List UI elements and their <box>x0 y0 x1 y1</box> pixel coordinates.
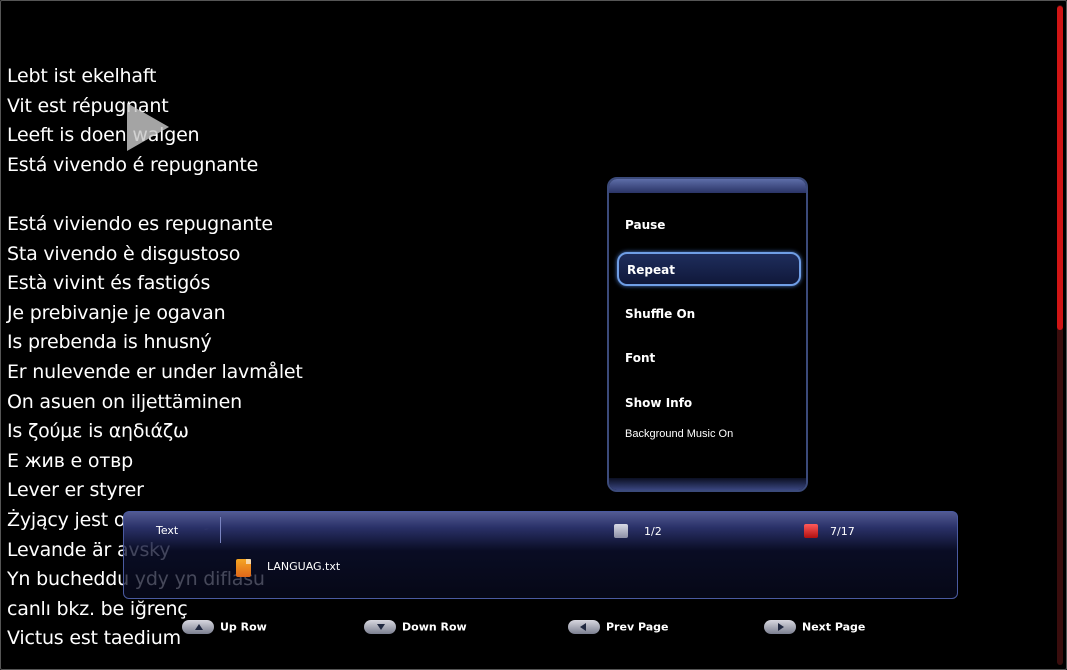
play-icon[interactable] <box>127 103 169 151</box>
text-line: Lever er styrer <box>7 479 144 502</box>
menu-item-pause[interactable]: Pause <box>617 209 801 243</box>
text-line: Is ζούμε is αηδιάζω <box>7 420 189 443</box>
legend-down-row-label: Down Row <box>402 620 467 634</box>
text-line: Е жив е отвр <box>7 449 134 472</box>
menu-footer <box>609 478 806 490</box>
left-arrow-icon <box>568 620 600 634</box>
text-line-blank <box>7 180 303 210</box>
options-menu: Pause Repeat Shuffle On Font Show Info B… <box>607 177 808 492</box>
text-line: Is prebenda is hnusný <box>7 331 212 354</box>
menu-item-shuffle[interactable]: Shuffle On <box>617 298 801 332</box>
page-counter: 1/2 <box>644 525 662 538</box>
down-arrow-icon <box>364 620 396 634</box>
legend-prev-page[interactable]: Prev Page <box>568 620 668 636</box>
file-count-icon <box>804 524 818 538</box>
text-line: Està vivint és fastigós <box>7 272 211 295</box>
menu-item-repeat[interactable]: Repeat <box>617 252 801 286</box>
text-file-icon <box>236 559 251 577</box>
text-line: Está viviendo es repugnante <box>7 212 273 235</box>
info-panel: Text 1/2 7/17 LANGUAG.txt <box>123 511 958 599</box>
file-name[interactable]: LANGUAG.txt <box>267 560 340 573</box>
file-type-label: Text <box>156 524 179 537</box>
legend-up-row-label: Up Row <box>220 620 267 634</box>
page-icon <box>614 524 628 538</box>
text-line: Sta vivendo è disgustoso <box>7 242 241 265</box>
legend-up-row[interactable]: Up Row <box>182 620 267 636</box>
text-line: Está vivendo é repugnante <box>7 153 259 176</box>
text-line: Er nulevende er under lavmålet <box>7 360 303 383</box>
right-arrow-icon <box>764 620 796 634</box>
menu-item-show-info[interactable]: Show Info <box>617 387 801 421</box>
text-line: Je prebivanje je ogavan <box>7 301 226 324</box>
file-counter: 7/17 <box>830 525 855 538</box>
panel-divider <box>220 517 221 543</box>
menu-header <box>609 179 806 193</box>
menu-item-font[interactable]: Font <box>617 342 801 376</box>
up-arrow-icon <box>182 620 214 634</box>
menu-item-background-music[interactable]: Background Music On <box>617 418 801 452</box>
legend-next-page-label: Next Page <box>802 620 866 634</box>
legend-next-page[interactable]: Next Page <box>764 620 865 636</box>
legend-prev-page-label: Prev Page <box>606 620 669 634</box>
scrollbar-thumb[interactable] <box>1057 6 1063 330</box>
legend-down-row[interactable]: Down Row <box>364 620 467 636</box>
text-line: On asuen on iljettäminen <box>7 390 242 413</box>
text-line: Lebt ist ekelhaft <box>7 65 157 87</box>
